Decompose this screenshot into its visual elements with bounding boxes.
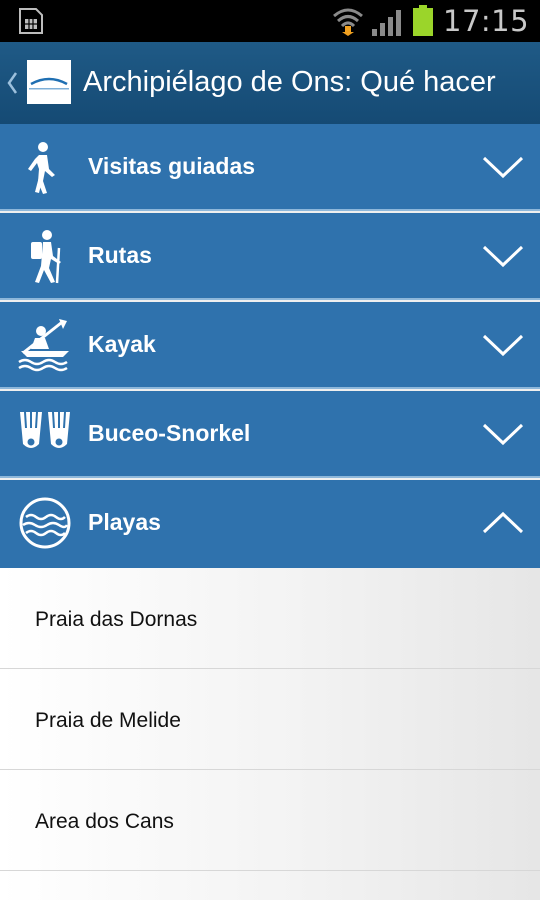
page-title: Archipiélago de Ons: Qué hacer bbox=[83, 66, 496, 98]
list-item-area-dos-cans[interactable]: Area dos Cans bbox=[0, 770, 540, 871]
section-visitas-guiadas[interactable]: Visitas guiadas bbox=[0, 124, 540, 211]
list-item-praia-de-melide[interactable]: Praia de Melide bbox=[0, 669, 540, 770]
walking-person-icon bbox=[28, 142, 55, 194]
section-kayak[interactable]: Kayak bbox=[0, 302, 540, 389]
sim-card-icon bbox=[19, 8, 43, 34]
action-bar: Archipiélago de Ons: Qué hacer bbox=[0, 42, 540, 124]
list-item-label: Area dos Cans bbox=[35, 810, 174, 833]
hiker-icon bbox=[31, 230, 61, 284]
section-buceo-snorkel[interactable]: Buceo-Snorkel bbox=[0, 391, 540, 478]
chevron-left-icon[interactable] bbox=[6, 71, 18, 95]
section-rutas[interactable]: Rutas bbox=[0, 213, 540, 300]
beach-waves-icon bbox=[19, 497, 71, 549]
wifi-icon bbox=[333, 8, 363, 36]
chevron-down-icon[interactable] bbox=[482, 421, 524, 447]
signal-icon bbox=[372, 10, 401, 36]
chevron-down-icon[interactable] bbox=[482, 243, 524, 269]
logo-icon[interactable] bbox=[27, 60, 71, 104]
list-item-label: Praia de Melide bbox=[35, 709, 181, 732]
section-label: Buceo-Snorkel bbox=[88, 420, 251, 446]
fins-icon bbox=[20, 411, 70, 448]
section-label: Playas bbox=[88, 509, 161, 535]
status-time: 17:15 bbox=[443, 4, 530, 38]
status-bar: 17:15 bbox=[0, 0, 540, 42]
section-label: Kayak bbox=[88, 331, 156, 357]
chevron-down-icon[interactable] bbox=[482, 332, 524, 358]
playas-list: Praia das Dornas Praia de Melide Area do… bbox=[0, 568, 540, 900]
section-label: Visitas guiadas bbox=[88, 153, 256, 179]
list-item-label: Praia das Dornas bbox=[35, 608, 198, 631]
battery-icon bbox=[413, 5, 433, 36]
section-label: Rutas bbox=[88, 242, 152, 268]
section-playas[interactable]: Playas bbox=[0, 480, 540, 568]
chevron-up-icon[interactable] bbox=[482, 510, 524, 536]
list-item-praia-das-dornas[interactable]: Praia das Dornas bbox=[0, 568, 540, 669]
kayak-icon bbox=[18, 319, 69, 372]
list-item-partial[interactable] bbox=[0, 871, 540, 900]
chevron-down-icon[interactable] bbox=[482, 154, 524, 180]
